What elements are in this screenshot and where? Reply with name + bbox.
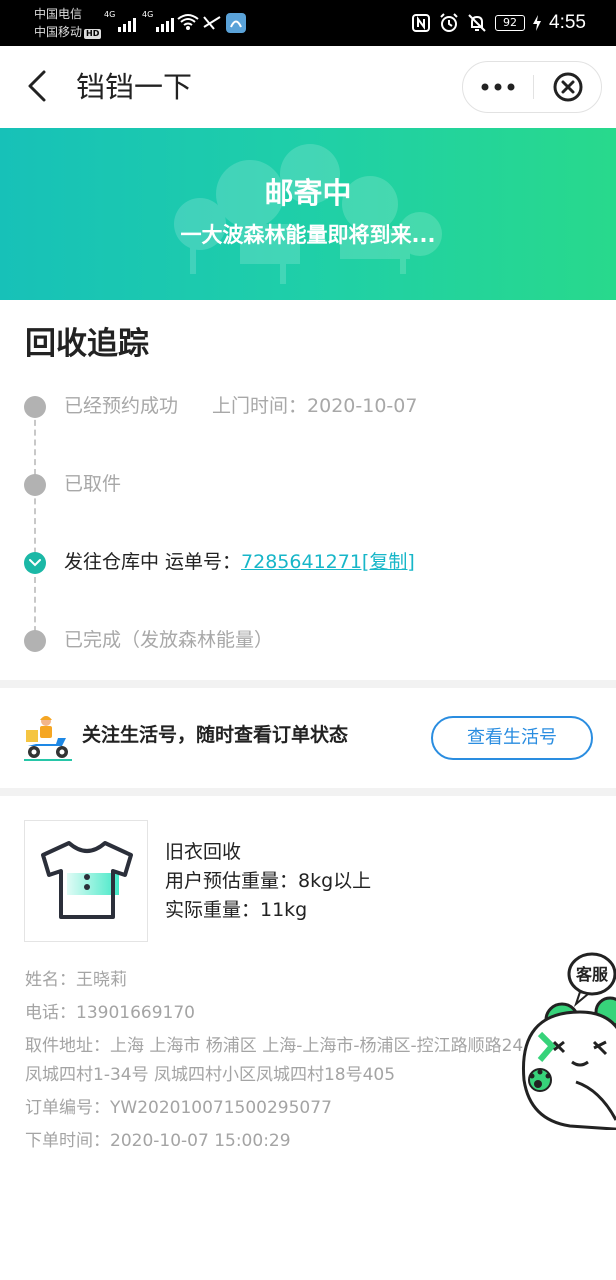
step-dot-active: [24, 552, 46, 574]
step-label: 已经预约成功 上门时间：2020-10-07: [64, 392, 417, 420]
no-signal-icon: [203, 16, 221, 30]
step-dot: [24, 474, 46, 496]
estimated-weight: 用户预估重量：8kg以上: [165, 870, 372, 892]
chevron-down-icon: [29, 559, 41, 567]
back-button[interactable]: [20, 68, 56, 104]
contact-phone: 电话：13901669170: [25, 1003, 195, 1023]
section-divider: [0, 788, 616, 796]
follow-prompt: 关注生活号，随时查看订单状态: [82, 724, 349, 746]
alarm-icon: [440, 13, 458, 32]
product-name: 旧衣回收: [165, 841, 242, 863]
step-status: 发往仓库中 运单号：: [64, 551, 242, 573]
mute-icon: [468, 14, 486, 32]
timeline-step: 已完成（发放森林能量）: [0, 622, 616, 658]
nav-bar: 铛铛一下: [0, 46, 616, 128]
more-dots-icon: [481, 83, 515, 91]
section-divider: [0, 680, 616, 688]
chevron-left-icon: [28, 70, 46, 102]
more-button[interactable]: [463, 62, 533, 112]
step-dot: [24, 630, 46, 652]
charging-icon: [533, 15, 542, 31]
customer-service-button[interactable]: 客服: [510, 950, 616, 1131]
product-info: 旧衣回收 用户预估重量：8kg以上 实际重量：11kg: [165, 838, 371, 925]
wifi-icon: [177, 14, 199, 30]
recycle-tracking-section: 回收追踪 已经预约成功 上门时间：2020-10-07 已取件 发往仓库中 运单号…: [0, 300, 616, 680]
panda-mascot-icon: 客服: [521, 952, 616, 1131]
timeline-step: 已经预约成功 上门时间：2020-10-07: [0, 388, 616, 424]
carrier-name-2: 中国移动: [34, 25, 83, 39]
clock: 4:55: [549, 12, 586, 33]
nfc-icon: [412, 14, 431, 32]
capsule-menu: [462, 61, 602, 113]
network-type-2: 4G: [142, 10, 154, 19]
carrier-label-1: 中国电信: [34, 7, 83, 21]
step-label: 已完成（发放森林能量）: [64, 629, 274, 651]
follow-account-card: 关注生活号，随时查看订单状态 查看生活号: [0, 688, 616, 788]
order-fields: 姓名：王晓莉 电话：13901669170 取件地址：上海 上海市 杨浦区 上海…: [25, 964, 585, 1158]
actual-weight: 实际重量：11kg: [165, 899, 308, 921]
timeline-line: [34, 410, 36, 642]
close-circle-icon: [553, 72, 583, 102]
status-icons: 92 4:55: [411, 10, 586, 36]
cs-label: 客服: [576, 965, 609, 984]
step-dot: [24, 396, 46, 418]
status-bar: 中国电信 中国移动 HD 4G 4G 92 4:55: [0, 0, 616, 46]
step-status: 已经预约成功: [64, 395, 179, 417]
network-type-1: 4G: [104, 10, 116, 19]
timeline-step-current: 发往仓库中 运单号：7285641271[复制]: [0, 544, 616, 580]
pickup-time: 上门时间：2020-10-07: [212, 395, 418, 417]
close-button[interactable]: [533, 62, 603, 112]
signal-icon: 4G: [142, 10, 174, 32]
hd-badge: HD: [84, 29, 102, 39]
pickup-address: 取件地址：上海 上海市 杨浦区 上海-上海市-杨浦区-控江路顺路24凤城四村1-…: [25, 1036, 524, 1085]
page-title: 铛铛一下: [76, 70, 193, 104]
view-life-account-button[interactable]: 查看生活号: [431, 716, 593, 760]
delivery-scooter-icon: [24, 716, 72, 761]
step-label: 已取件: [64, 473, 122, 495]
product-thumbnail: [24, 820, 148, 942]
contact-name: 姓名：王晓莉: [25, 970, 127, 990]
banner-title: 邮寄中: [264, 176, 352, 210]
app-notification-icon: [226, 13, 246, 33]
signal-icon: 4G: [104, 10, 136, 32]
section-title: 回收追踪: [25, 326, 149, 362]
status-banner: 邮寄中 一大波森林能量即将到来...: [0, 128, 616, 300]
step-label: 发往仓库中 运单号：7285641271[复制]: [64, 548, 415, 576]
order-number: 订单编号：YW202010071500295077: [25, 1098, 332, 1118]
order-time: 下单时间：2020-10-07 15:00:29: [25, 1131, 291, 1151]
tshirt-icon: [41, 841, 133, 919]
banner-subtitle: 一大波森林能量即将到来...: [180, 223, 436, 247]
carrier-label-2: 中国移动 HD: [34, 24, 102, 40]
battery-icon: 92: [495, 15, 526, 31]
timeline-step: 已取件: [0, 466, 616, 502]
waybill-link[interactable]: 7285641271[复制]: [241, 551, 415, 573]
forest-pattern-icon: [174, 144, 442, 284]
